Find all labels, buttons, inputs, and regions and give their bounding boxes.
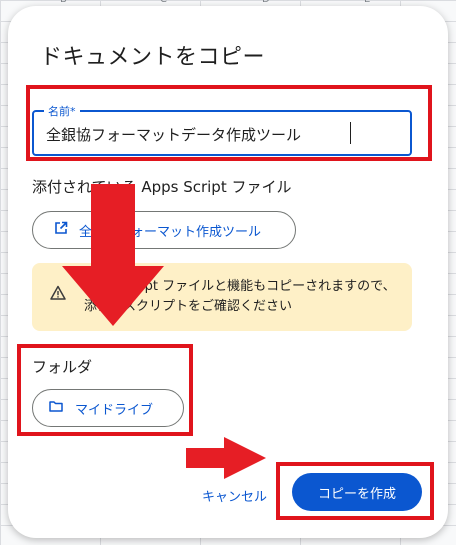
dialog-title: ドキュメントをコピー <box>40 45 266 70</box>
annotation-arrow-down-head <box>62 266 164 326</box>
annotation-box-create <box>276 462 434 520</box>
open-in-new-icon <box>47 221 75 239</box>
annotation-box-folder <box>17 344 193 436</box>
column-letter: E <box>364 0 370 5</box>
annotation-arrow-right-head <box>224 437 266 479</box>
column-letter: B <box>60 0 67 5</box>
attached-script-heading: 添付されている Apps Script ファイル <box>32 178 292 196</box>
cancel-button[interactable]: キャンセル <box>196 482 273 509</box>
attached-script-chip[interactable]: 全銀協フォーマット作成ツール <box>32 211 296 249</box>
annotation-box-name <box>26 85 432 161</box>
column-letter: C <box>160 0 167 5</box>
annotation-arrow-right <box>186 448 228 468</box>
column-letter: D <box>262 0 270 5</box>
annotation-arrow-down <box>91 184 135 270</box>
